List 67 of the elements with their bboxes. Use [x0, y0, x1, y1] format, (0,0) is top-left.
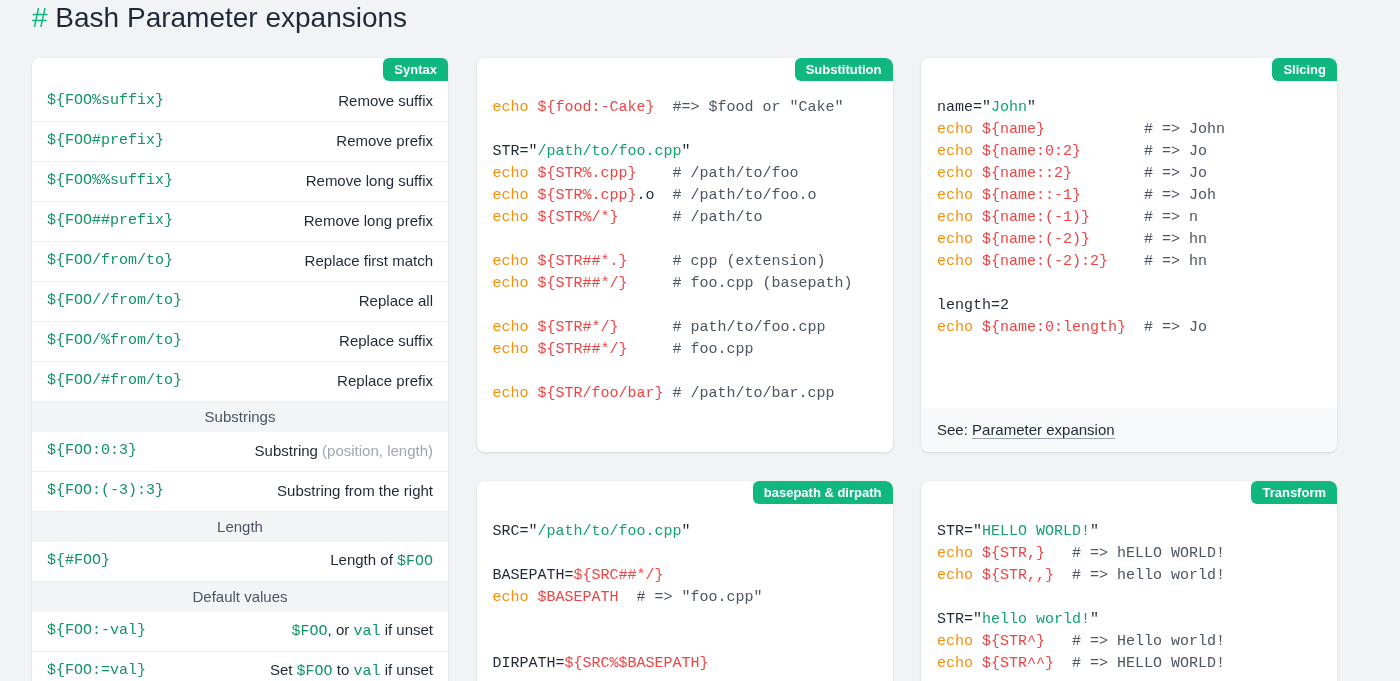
code-line: echo ${name:(-1)} # => n: [937, 208, 1199, 228]
syntax-description: Replace suffix: [339, 331, 433, 352]
syntax-description: Replace first match: [304, 251, 433, 272]
parameter-expansion-link[interactable]: Parameter expansion: [972, 420, 1115, 439]
code-line: echo ${name::2} # => Jo: [937, 164, 1208, 184]
syntax-description: Remove long prefix: [303, 211, 433, 232]
code-line: echo ${STR%.cpp}.o # /path/to/foo.o: [492, 186, 817, 206]
code-line: echo ${STR%.cpp} # /path/to/foo: [492, 164, 799, 184]
syntax-code: ${FOO/from/to}: [47, 251, 174, 272]
code-line: STR="hello world!": [937, 610, 1100, 630]
syntax-description: Length of $FOO: [330, 550, 433, 573]
code-line: echo ${STR,} # => hELLO WORLD!: [937, 544, 1226, 564]
syntax-description: Replace prefix: [337, 371, 433, 392]
syntax-code: ${FOO/%from/to}: [47, 331, 183, 352]
code-line: echo ${STR%/*} # /path/to: [492, 208, 763, 228]
syntax-description: Substring (position, length): [254, 441, 433, 462]
code-line: echo ${name:(-2)} # => hn: [937, 230, 1208, 250]
card-badge: Syntax: [383, 58, 448, 81]
syntax-code: ${FOO##prefix}: [47, 211, 174, 232]
code-line: echo ${STR##*.} # cpp (extension): [492, 252, 826, 272]
footer-text: See: Parameter expansion: [937, 419, 1115, 441]
card-badge: Transform: [1251, 481, 1337, 504]
card-badge: Slicing: [1272, 58, 1337, 81]
syntax-code: ${#FOO}: [47, 551, 110, 572]
page-title: # Bash Parameter expansions: [31, 1, 408, 35]
syntax-description: Set $FOO to val if unset: [269, 660, 433, 681]
code-line: STR="HELLO WORLD!": [937, 522, 1100, 542]
code-line: echo ${name:0:2} # => Jo: [937, 142, 1208, 162]
code-line: BASEPATH=${SRC##*/}: [492, 566, 664, 586]
code-line: echo ${name:0:length} # => Jo: [937, 318, 1208, 338]
syntax-code: ${FOO#prefix}: [47, 131, 165, 152]
syntax-code: ${FOO:=val}: [47, 661, 147, 681]
syntax-code: ${FOO/#from/to}: [47, 371, 183, 392]
code-line: echo ${name:(-2):2} # => hn: [937, 252, 1208, 272]
syntax-description: Substring from the right: [277, 481, 433, 502]
code-line: DIRPATH=${SRC%$BASEPATH}: [492, 654, 709, 674]
code-line: length=2: [937, 296, 1009, 316]
section-header: Substrings: [32, 402, 448, 432]
code-line: echo ${STR##*/} # foo.cpp: [492, 340, 754, 360]
syntax-code: ${FOO:-val}: [47, 621, 147, 642]
card-badge: Substitution: [794, 58, 893, 81]
syntax-description: Remove suffix: [338, 91, 433, 112]
code-line: echo ${food:-Cake} #=> $food or "Cake": [492, 98, 844, 118]
syntax-code: ${FOO:0:3}: [47, 441, 137, 462]
syntax-description: Replace all: [358, 291, 433, 312]
syntax-description: $FOO, or val if unset: [291, 620, 433, 643]
code-line: SRC="/path/to/foo.cpp": [492, 522, 691, 542]
syntax-code: ${FOO:(-3):3}: [47, 481, 165, 502]
section-header: Default values: [32, 582, 448, 612]
code-line: STR="/path/to/foo.cpp": [492, 142, 691, 162]
code-line: echo ${STR^^} # => HELLO WORLD!: [937, 654, 1226, 674]
card-badge: basepath & dirpath: [752, 481, 893, 504]
syntax-code: ${FOO//from/to}: [47, 291, 183, 312]
code-line: echo $BASEPATH # => "foo.cpp": [492, 588, 763, 608]
syntax-code: ${FOO%%suffix}: [47, 171, 174, 192]
section-header: Length: [32, 512, 448, 542]
code-line: echo ${STR#*/} # path/to/foo.cpp: [492, 318, 826, 338]
code-line: echo ${STR^} # => Hello world!: [937, 632, 1226, 652]
code-line: echo ${name::-1} # => Joh: [937, 186, 1217, 206]
code-line: echo ${STR,,} # => hello world!: [937, 566, 1226, 586]
code-line: echo ${name} # => John: [937, 120, 1226, 140]
code-line: echo ${STR##*/} # foo.cpp (basepath): [492, 274, 853, 294]
syntax-description: Remove prefix: [336, 131, 433, 152]
syntax-description: Remove long suffix: [305, 171, 433, 192]
code-line: name="John": [937, 98, 1037, 118]
code-line: echo ${STR/foo/bar} # /path/to/bar.cpp: [492, 384, 835, 404]
syntax-code: ${FOO%suffix}: [47, 91, 165, 112]
